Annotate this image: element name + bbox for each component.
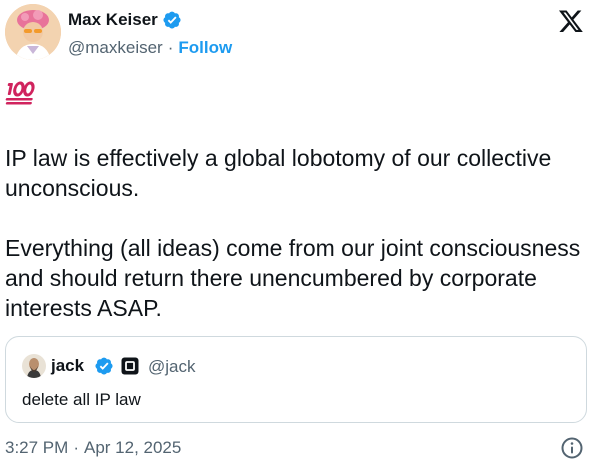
quoted-tweet[interactable]: jack @jack delete all IP law [5, 336, 587, 423]
quoted-author-handle[interactable]: @jack [148, 357, 196, 377]
quoted-author-name[interactable]: jack [51, 356, 84, 376]
separator-dot: · [167, 38, 174, 57]
affiliate-badge-icon [121, 357, 139, 375]
tweet-body: IP law is effectively a global lobotomy … [5, 143, 585, 323]
verified-badge-icon [95, 357, 113, 375]
quoted-author-avatar[interactable] [22, 354, 46, 378]
quoted-avatar-image [22, 354, 46, 378]
tweet-timestamp[interactable]: 3:27 PM · Apr 12, 2025 [5, 438, 181, 458]
quoted-tweet-text: delete all IP law [22, 390, 141, 409]
tweet-paragraph: IP law is effectively a global lobotomy … [5, 145, 552, 201]
tweet-date: Apr 12, 2025 [83, 438, 182, 457]
author-avatar[interactable] [5, 4, 61, 60]
hundred-points-emoji: 💯 [5, 81, 35, 105]
author-name-row: Max Keiser [68, 10, 182, 30]
verified-badge-icon [163, 11, 181, 29]
author-handle[interactable]: @maxkeiser [68, 38, 163, 58]
separator-dot: · [73, 438, 79, 457]
tweet-time: 3:27 PM [5, 438, 69, 457]
x-logo-icon[interactable] [558, 8, 584, 34]
follow-button[interactable]: Follow [178, 38, 232, 58]
author-handle-row: @maxkeiser · Follow [68, 38, 232, 58]
tweet-header: Max Keiser @maxkeiser · Follow [0, 0, 592, 80]
avatar-image [5, 4, 61, 60]
tweet-paragraph: Everything (all ideas) come from our joi… [5, 235, 581, 321]
info-icon[interactable] [560, 436, 584, 460]
author-display-name[interactable]: Max Keiser [68, 10, 158, 30]
